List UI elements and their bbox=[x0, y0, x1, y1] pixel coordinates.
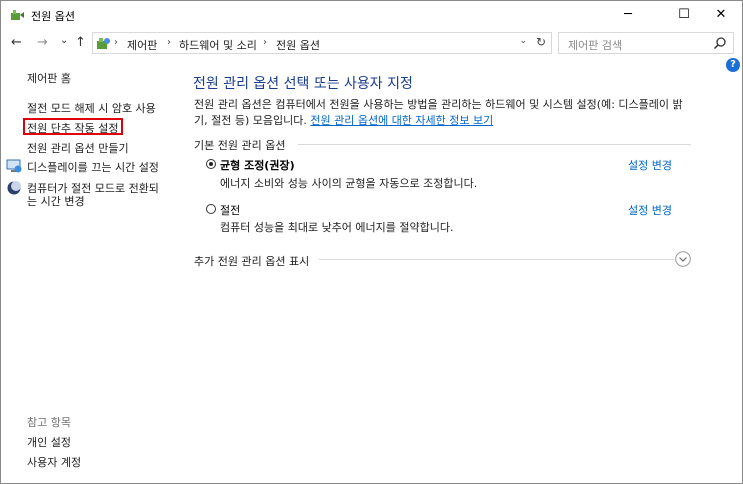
refresh-button[interactable]: ↻ bbox=[536, 35, 546, 49]
sleep-moon-icon bbox=[7, 181, 21, 195]
plan-balanced-change-settings[interactable]: 설정 변경 bbox=[628, 157, 672, 173]
window-title: 전원 옵션 bbox=[31, 10, 75, 23]
highlight-box bbox=[23, 118, 123, 135]
sidebar-sleep-time-line2[interactable]: 는 시간 변경 bbox=[27, 193, 85, 209]
page-title: 전원 관리 옵션 선택 또는 사용자 지정 bbox=[193, 76, 413, 92]
plan-power-saver-name[interactable]: 절전 bbox=[220, 202, 240, 218]
group-divider bbox=[298, 144, 691, 145]
recent-locations-button[interactable]: ⌄ bbox=[60, 33, 68, 49]
forward-button[interactable]: → bbox=[37, 35, 48, 51]
up-button[interactable]: ↑ bbox=[75, 35, 86, 51]
chevron-down-icon[interactable] bbox=[675, 251, 691, 267]
page-description: 전원 관리 옵션은 컴퓨터에서 전원을 사용하는 방법을 관리하는 하드웨어 및… bbox=[194, 98, 683, 111]
address-toolbar: ← → ⌄ ↑ › 제어판 › 하드웨어 및 소리 › 전원 옵션 ⌄ ↻ 제어… bbox=[1, 29, 742, 57]
display-icon bbox=[6, 159, 22, 173]
sidebar-create-power-plan[interactable]: 전원 관리 옵션 만들기 bbox=[27, 140, 129, 156]
learn-more-link[interactable]: 전원 관리 옵션에 대한 자세한 정보 보기 bbox=[310, 114, 493, 127]
plan-power-saver-change-settings[interactable]: 설정 변경 bbox=[628, 202, 672, 218]
see-also-heading: 참고 항목 bbox=[27, 416, 71, 429]
help-button[interactable]: ? bbox=[726, 58, 740, 72]
breadcrumb-separator: › bbox=[114, 37, 118, 48]
plan-balanced-description: 에너지 소비와 성능 사이의 균형을 자동으로 조정합니다. bbox=[220, 177, 478, 190]
see-also-user-accounts[interactable]: 사용자 계정 bbox=[27, 454, 81, 470]
control-panel-icon bbox=[97, 38, 110, 49]
balanced-radio[interactable] bbox=[206, 159, 216, 169]
search-placeholder[interactable]: 제어판 검색 bbox=[568, 37, 622, 53]
power-options-window: 전원 옵션 ─ ☐ ✕ ← → ⌄ ↑ › 제어판 › 하드웨어 및 소리 › … bbox=[0, 0, 743, 484]
breadcrumb-control-panel[interactable]: 제어판 bbox=[127, 37, 157, 53]
breadcrumb-hardware-sound[interactable]: 하드웨어 및 소리 bbox=[179, 37, 257, 53]
additional-plans-divider bbox=[319, 259, 674, 260]
search-icon[interactable] bbox=[713, 36, 727, 50]
preferred-plans-label: 기본 전원 관리 옵션 bbox=[194, 139, 286, 152]
plan-balanced-name[interactable]: 균형 조정(권장) bbox=[220, 157, 295, 173]
page-description-line2: 기, 절전 등) 모음입니다. 전원 관리 옵션에 대한 자세한 정보 보기 bbox=[194, 112, 493, 128]
breadcrumb-power-options[interactable]: 전원 옵션 bbox=[276, 37, 320, 53]
breadcrumb-separator: › bbox=[263, 37, 267, 48]
show-additional-plans-label[interactable]: 추가 전원 관리 옵션 표시 bbox=[194, 253, 309, 269]
back-button[interactable]: ← bbox=[11, 35, 22, 51]
breadcrumb-separator: › bbox=[167, 37, 171, 48]
address-bar[interactable]: › 제어판 › 하드웨어 및 소리 › 전원 옵션 ⌄ ↻ bbox=[92, 32, 552, 54]
title-bar: 전원 옵션 ─ ☐ ✕ bbox=[1, 1, 742, 29]
search-box[interactable]: 제어판 검색 bbox=[558, 32, 734, 54]
power-saver-radio[interactable] bbox=[206, 204, 216, 214]
address-dropdown-button[interactable]: ⌄ bbox=[519, 36, 527, 46]
see-also-personalization[interactable]: 개인 설정 bbox=[27, 434, 71, 450]
plan-power-saver-description: 컴퓨터 성능을 최대로 낮추어 에너지를 절약합니다. bbox=[220, 221, 454, 234]
page-description-text: 기, 절전 등) 모음입니다. bbox=[194, 114, 307, 127]
sidebar-require-password[interactable]: 절전 모드 해제 시 암호 사용 bbox=[27, 100, 156, 116]
sidebar-control-panel-home[interactable]: 제어판 홈 bbox=[27, 70, 71, 86]
power-options-icon bbox=[11, 10, 24, 20]
minimize-button[interactable]: ─ bbox=[605, 1, 651, 29]
close-button[interactable]: ✕ bbox=[698, 1, 743, 29]
sidebar-display-off-time[interactable]: 디스플레이를 끄는 시간 설정 bbox=[27, 159, 159, 175]
